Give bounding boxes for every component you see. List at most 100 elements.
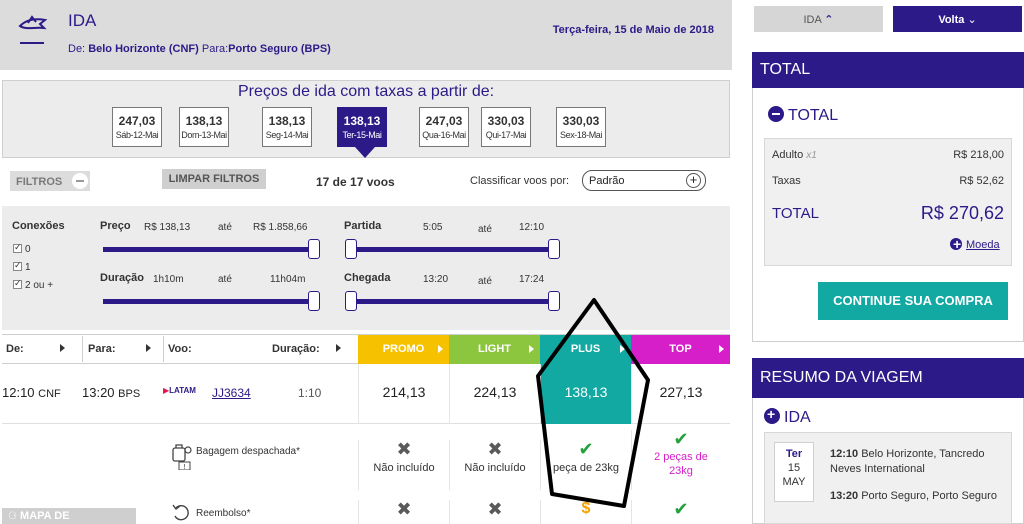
date-card[interactable]: 138,13 Ter-15-Mai <box>337 107 387 147</box>
baggage-light-text: Não incluído <box>464 462 526 474</box>
filters-toggle-button[interactable]: FILTROS <box>10 171 90 191</box>
connection-1-checkbox[interactable]: 1 <box>13 260 31 273</box>
price-max: R$ 1.858,66 <box>253 222 308 233</box>
col-divider <box>82 336 83 362</box>
date-card-day: Seg-14-Mai <box>265 130 309 140</box>
price-min: R$ 138,13 <box>144 222 191 233</box>
collapse-icon <box>768 106 784 122</box>
adult-text: Adulto <box>772 149 804 161</box>
fare-header-light-label: LIGHT <box>478 343 511 355</box>
fare-header-promo[interactable]: PROMO <box>358 335 449 364</box>
sort-arrow-icon <box>438 345 443 353</box>
tab-ida[interactable]: IDA ⌃ <box>754 6 883 32</box>
col-duration-label: Duração: <box>272 343 320 355</box>
col-from[interactable]: De: <box>6 343 65 355</box>
date-card-price: 138,13 <box>343 114 381 128</box>
flight-duration: 1:10 <box>298 386 322 400</box>
date-badge-weekday: Ter <box>785 448 803 460</box>
chevron-down-icon: ⌄ <box>967 14 977 26</box>
fare-header-light[interactable]: LIGHT <box>449 335 540 364</box>
arrival-until: até <box>478 276 492 287</box>
sort-arrow-icon <box>719 345 724 353</box>
departure-slider-min-handle[interactable] <box>345 239 357 259</box>
itinerary-dep-time: 12:10 <box>830 448 859 460</box>
date-card-price: 138,13 <box>185 114 223 128</box>
price-until: até <box>218 222 232 233</box>
departure-slider-track <box>346 247 556 252</box>
route-summary: De: Belo Horizonte (CNF) Para:Porto Segu… <box>68 43 331 55</box>
total-section-toggle[interactable]: TOTAL <box>768 106 838 125</box>
travel-date: Terça-feira, 15 de Maio de 2018 <box>552 24 714 36</box>
plane-icon <box>18 14 48 34</box>
airline-name: LATAM <box>169 386 196 395</box>
continue-purchase-button[interactable]: CONTINUE SUA COMPRA <box>818 282 1008 320</box>
connection-0-label: 0 <box>25 244 31 255</box>
connection-2plus-label: 2 ou + <box>25 280 54 291</box>
collapse-icon <box>72 173 88 189</box>
fare-light-cell[interactable]: 224,13 <box>449 364 540 424</box>
date-card[interactable]: 138,13 Seg-14-Mai <box>262 107 312 147</box>
col-from-label: De: <box>6 343 24 355</box>
date-card[interactable]: 330,03 Qui-17-Mai <box>481 107 531 147</box>
route-to: Porto Seguro (BPS) <box>228 43 331 55</box>
chevron-up-icon: ⌃ <box>824 14 834 26</box>
trip-summary-ida-label: IDA <box>784 409 811 426</box>
x-icon: ✖ <box>396 499 412 519</box>
currency-label: Moeda <box>966 239 1000 251</box>
departure-slider-max-handle[interactable] <box>548 239 560 259</box>
departure-label: Partida <box>344 220 382 232</box>
flight-number-link[interactable]: JJ3634 <box>212 386 251 400</box>
departure-code: CNF <box>38 388 61 400</box>
col-duration[interactable]: Duração: <box>272 343 341 355</box>
price-slider-max-handle[interactable] <box>308 239 320 259</box>
clear-filters-button[interactable]: LIMPAR FILTROS <box>162 169 266 189</box>
date-card[interactable]: 138,13 Dom-13-Mai <box>179 107 229 147</box>
connection-2plus-checkbox[interactable]: 2 ou + <box>13 278 54 291</box>
seat-map-label: MAPA DE <box>20 510 70 522</box>
duration-max: 11h04m <box>270 274 306 285</box>
filters-label: FILTROS <box>16 176 63 188</box>
tab-volta[interactable]: Volta ⌄ <box>893 6 1022 32</box>
arrival-max: 17:24 <box>519 274 545 285</box>
duration-slider-max-handle[interactable] <box>308 291 320 311</box>
adult-label: Adulto x1 <box>772 149 817 161</box>
taxes-label: Taxas <box>772 175 801 187</box>
price-label: Preço <box>100 220 131 232</box>
seat-map-icon: ⚆ <box>8 511 17 522</box>
departure-min: 5:05 <box>423 222 443 233</box>
route-from: Belo Horizonte (CNF) <box>88 43 199 55</box>
itinerary-arr-place: Porto Seguro, Porto Seguro <box>861 490 997 502</box>
date-card[interactable]: 247,03 Qua-16-Mai <box>419 107 469 147</box>
selected-date-pointer <box>355 147 375 158</box>
fare-header-promo-label: PROMO <box>382 343 425 355</box>
svg-text:!: ! <box>183 463 186 470</box>
arrival-code: BPS <box>118 388 141 400</box>
connection-0-checkbox[interactable]: 0 <box>13 242 31 255</box>
date-card[interactable]: 330,03 Sex-18-Mai <box>556 107 606 147</box>
route-to-label: Para: <box>201 43 229 55</box>
refund-label: Reembolso* <box>196 508 251 519</box>
baggage-promo-text: Não incluído <box>373 462 435 474</box>
price-calendar-title: Preços de ida com taxas a partir de: <box>237 83 495 100</box>
total-panel-title: TOTAL <box>752 52 1024 88</box>
fare-header-top-label: TOP <box>669 343 692 355</box>
date-card-day: Sex-18-Mai <box>559 130 602 140</box>
fare-promo-cell[interactable]: 214,13 <box>358 364 449 424</box>
date-card-price: 247,03 <box>425 114 463 128</box>
tab-volta-label: Volta <box>938 14 965 26</box>
date-card[interactable]: 247,03 Sáb-12-Mai <box>112 107 162 147</box>
arrival-min: 13:20 <box>423 274 449 285</box>
baggage-label: Bagagem despachada* <box>196 446 300 457</box>
currency-link[interactable]: Moeda <box>950 236 1000 252</box>
arrival-slider-min-handle[interactable] <box>345 291 357 311</box>
date-badge: Ter 15 MAY <box>774 442 814 502</box>
seat-map-button[interactable]: ⚆ MAPA DE <box>2 508 136 524</box>
sort-select[interactable]: Padrão + <box>582 170 706 191</box>
col-to[interactable]: Para: <box>88 343 151 355</box>
date-card-day: Dom-13-Mai <box>181 130 227 140</box>
adult-value: R$ 218,00 <box>953 149 1004 161</box>
duration-slider-track <box>103 299 319 304</box>
trip-summary-ida-toggle[interactable]: IDA <box>764 406 811 427</box>
date-card-price: 247,03 <box>118 114 156 128</box>
sort-arrow-icon <box>59 344 65 352</box>
